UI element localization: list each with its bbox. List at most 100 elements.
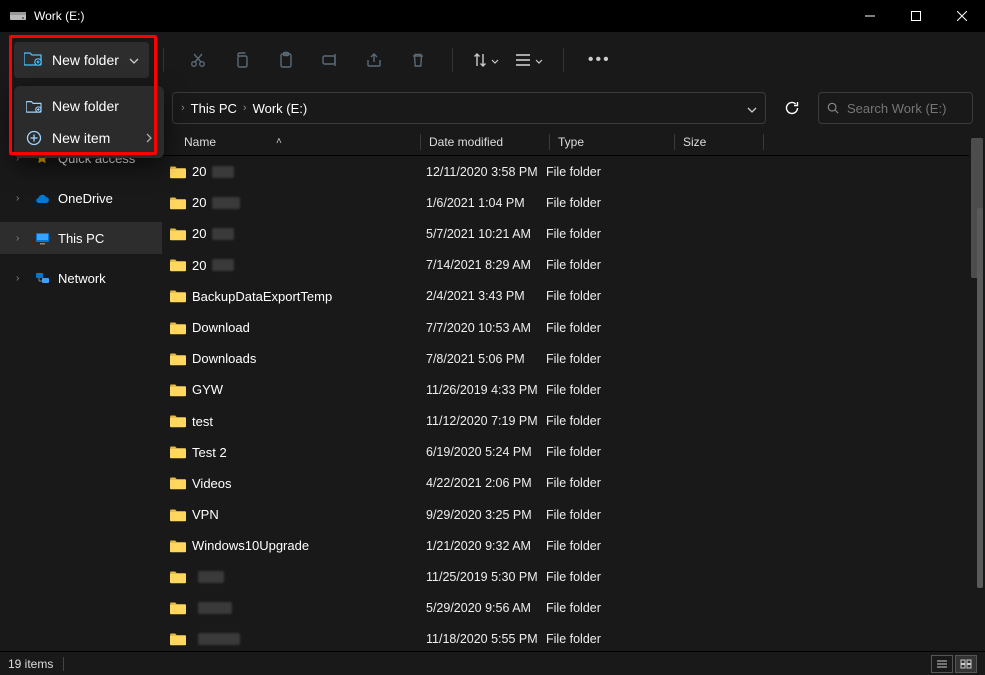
column-header-name[interactable]: Name ˄ xyxy=(162,135,420,149)
cell-name: 20 xyxy=(168,195,426,210)
table-row[interactable]: Download7/7/2020 10:53 AMFile folder xyxy=(162,312,969,343)
delete-button[interactable] xyxy=(398,40,438,80)
redacted-text xyxy=(212,228,234,240)
redacted-text xyxy=(198,633,240,645)
chevron-right-icon: › xyxy=(181,102,185,114)
column-headers: Name ˄ Date modified Type Size xyxy=(162,128,969,156)
cell-type: File folder xyxy=(546,476,662,490)
new-folder-button[interactable]: New folder xyxy=(14,42,149,78)
cell-type: File folder xyxy=(546,570,662,584)
network-icon xyxy=(34,272,50,285)
table-row[interactable]: 11/18/2020 5:55 PMFile folder xyxy=(162,624,969,651)
redacted-text xyxy=(212,259,234,271)
cell-date: 9/29/2020 3:25 PM xyxy=(426,508,546,522)
chevron-down-icon xyxy=(535,51,543,69)
toolbar-separator xyxy=(452,48,453,72)
nav-label: OneDrive xyxy=(58,191,113,206)
new-folder-label: New folder xyxy=(52,52,119,68)
toolbar: New folder New folder New item xyxy=(0,32,985,88)
cell-date: 11/26/2019 4:33 PM xyxy=(426,383,546,397)
plus-circle-icon xyxy=(26,130,42,146)
nav-item-network[interactable]: › Network xyxy=(0,262,162,294)
breadcrumb-seg-work-e[interactable]: Work (E:) xyxy=(253,101,308,116)
cut-button[interactable] xyxy=(178,40,218,80)
maximize-button[interactable] xyxy=(893,0,939,32)
cell-type: File folder xyxy=(546,196,662,210)
cell-name: Downloads xyxy=(168,351,426,366)
redacted-text xyxy=(212,166,234,178)
file-name-label: test xyxy=(192,414,213,429)
chevron-down-icon xyxy=(129,51,139,69)
minimize-button[interactable] xyxy=(847,0,893,32)
details-view-button[interactable] xyxy=(931,655,953,673)
search-icon xyxy=(827,101,839,115)
toolbar-separator xyxy=(163,48,164,72)
share-button[interactable] xyxy=(354,40,394,80)
large-icons-view-button[interactable] xyxy=(955,655,977,673)
vertical-scrollbar[interactable] xyxy=(969,128,985,651)
nav-item-onedrive[interactable]: › OneDrive xyxy=(0,182,162,214)
scrollbar-thumb[interactable] xyxy=(977,208,983,588)
chevron-down-icon xyxy=(491,51,499,69)
table-row[interactable]: 207/14/2021 8:29 AMFile folder xyxy=(162,250,969,281)
breadcrumb-seg-this-pc[interactable]: This PC xyxy=(191,101,237,116)
cell-type: File folder xyxy=(546,383,662,397)
table-row[interactable]: VPN9/29/2020 3:25 PMFile folder xyxy=(162,499,969,530)
column-header-size[interactable]: Size xyxy=(683,135,763,149)
table-row[interactable]: 2012/11/2020 3:58 PMFile folder xyxy=(162,156,969,187)
table-row[interactable]: Test 26/19/2020 5:24 PMFile folder xyxy=(162,437,969,468)
toolbar-separator xyxy=(563,48,564,72)
breadcrumb[interactable]: › This PC › Work (E:) xyxy=(172,92,766,124)
cell-type: File folder xyxy=(546,601,662,615)
table-row[interactable]: Downloads7/8/2021 5:06 PMFile folder xyxy=(162,343,969,374)
table-row[interactable]: 201/6/2021 1:04 PMFile folder xyxy=(162,187,969,218)
cell-date: 5/7/2021 10:21 AM xyxy=(426,227,546,241)
cell-name: VPN xyxy=(168,507,426,522)
file-pane: Name ˄ Date modified Type Size 2012/11/2… xyxy=(162,128,985,651)
cell-name: Test 2 xyxy=(168,445,426,460)
file-name-label: Videos xyxy=(192,476,232,491)
search-box[interactable] xyxy=(818,92,973,124)
rename-button[interactable] xyxy=(310,40,350,80)
chevron-right-icon: › xyxy=(16,193,26,204)
refresh-button[interactable] xyxy=(776,92,808,124)
chevron-right-icon: › xyxy=(243,102,247,114)
table-row[interactable]: Windows10Upgrade1/21/2020 9:32 AMFile fo… xyxy=(162,530,969,561)
table-row[interactable]: test11/12/2020 7:19 PMFile folder xyxy=(162,406,969,437)
table-row[interactable]: 11/25/2019 5:30 PMFile folder xyxy=(162,561,969,592)
close-button[interactable] xyxy=(939,0,985,32)
table-row[interactable]: GYW11/26/2019 4:33 PMFile folder xyxy=(162,374,969,405)
column-header-date[interactable]: Date modified xyxy=(429,135,549,149)
paste-button[interactable] xyxy=(266,40,306,80)
cell-type: File folder xyxy=(546,165,662,179)
cell-type: File folder xyxy=(546,227,662,241)
menu-item-new-folder[interactable]: New folder xyxy=(14,90,164,122)
column-header-type[interactable]: Type xyxy=(558,135,674,149)
table-row[interactable]: BackupDataExportTemp2/4/2021 3:43 PMFile… xyxy=(162,281,969,312)
file-name-label: Test 2 xyxy=(192,445,227,460)
cell-name: test xyxy=(168,414,426,429)
menu-item-new-item[interactable]: New item xyxy=(14,122,164,154)
nav-item-this-pc[interactable]: › This PC xyxy=(0,222,162,254)
titlebar: Work (E:) xyxy=(0,0,985,32)
table-row[interactable]: Videos4/22/2021 2:06 PMFile folder xyxy=(162,468,969,499)
chevron-right-icon xyxy=(146,130,152,146)
file-name-label: VPN xyxy=(192,507,219,522)
search-input[interactable] xyxy=(847,101,964,116)
cell-date: 12/11/2020 3:58 PM xyxy=(426,165,546,179)
file-list: Name ˄ Date modified Type Size 2012/11/2… xyxy=(162,128,969,651)
table-row[interactable]: 205/7/2021 10:21 AMFile folder xyxy=(162,218,969,249)
sort-button[interactable] xyxy=(467,40,505,80)
chevron-right-icon: › xyxy=(16,273,26,284)
cell-name xyxy=(168,570,426,584)
cell-date: 7/14/2021 8:29 AM xyxy=(426,258,546,272)
more-button[interactable]: ••• xyxy=(578,51,621,69)
cell-date: 6/19/2020 5:24 PM xyxy=(426,445,546,459)
chevron-down-icon[interactable] xyxy=(747,101,757,116)
copy-button[interactable] xyxy=(222,40,262,80)
cell-type: File folder xyxy=(546,352,662,366)
cell-type: File folder xyxy=(546,258,662,272)
view-button[interactable] xyxy=(509,40,549,80)
table-row[interactable]: 5/29/2020 9:56 AMFile folder xyxy=(162,593,969,624)
cell-date: 7/8/2021 5:06 PM xyxy=(426,352,546,366)
